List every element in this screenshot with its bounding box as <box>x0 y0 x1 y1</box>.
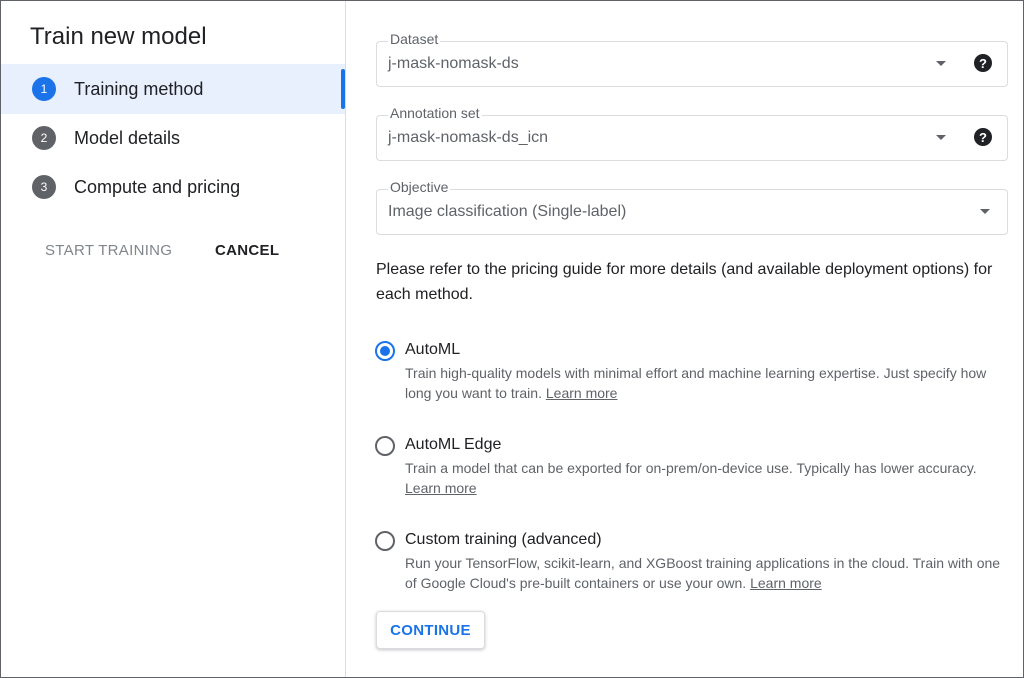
option-title: Custom training (advanced) <box>405 531 602 548</box>
help-icon[interactable]: ? <box>974 128 992 146</box>
step-number: 3 <box>32 175 56 199</box>
option-description-text: Train high-quality models with minimal e… <box>405 365 987 401</box>
option-description: Run your TensorFlow, scikit-learn, and X… <box>405 553 1015 593</box>
radio-automl-edge[interactable] <box>375 436 395 456</box>
objective-select[interactable]: Objective Image classification (Single-l… <box>376 179 1008 235</box>
page-title: Train new model <box>30 23 207 50</box>
annotation-set-value: j-mask-nomask-ds_icn <box>388 129 549 146</box>
annotation-set-select[interactable]: Annotation set j-mask-nomask-ds_icn ? <box>376 105 1008 161</box>
dataset-label: Dataset <box>388 31 441 47</box>
dataset-select[interactable]: Dataset j-mask-nomask-ds ? <box>376 31 1008 87</box>
start-training-button[interactable]: START TRAINING <box>45 242 172 259</box>
step-compute-and-pricing[interactable]: 3 Compute and pricing <box>1 162 345 212</box>
active-step-indicator <box>341 69 345 109</box>
learn-more-link[interactable]: Learn more <box>750 575 822 591</box>
learn-more-link[interactable]: Learn more <box>405 480 477 496</box>
radio-automl[interactable] <box>375 341 395 361</box>
option-description: Train a model that can be exported for o… <box>405 458 1015 498</box>
cancel-button[interactable]: CANCEL <box>215 242 279 259</box>
step-number: 1 <box>32 77 56 101</box>
step-label: Model details <box>74 127 181 148</box>
pricing-info-text: Please refer to the pricing guide for mo… <box>376 261 993 303</box>
option-title: AutoML <box>405 341 461 358</box>
stepper-panel: Train new model 1 Training method 2 Mode… <box>1 1 346 677</box>
objective-label: Objective <box>388 179 451 195</box>
radio-custom-training[interactable] <box>375 531 395 551</box>
dropdown-arrow-icon <box>980 209 990 214</box>
continue-button[interactable]: CONTINUE <box>376 611 485 649</box>
option-description-text: Run your TensorFlow, scikit-learn, and X… <box>405 555 1001 591</box>
help-icon[interactable]: ? <box>974 54 992 72</box>
option-title: AutoML Edge <box>405 436 502 453</box>
dropdown-arrow-icon <box>936 135 946 140</box>
step-training-method[interactable]: 1 Training method <box>1 64 345 114</box>
annotation-set-label: Annotation set <box>388 105 482 121</box>
objective-value: Image classification (Single-label) <box>388 203 627 220</box>
train-new-model-dialog: Train new model 1 Training method 2 Mode… <box>0 0 1024 678</box>
step-label: Training method <box>74 78 204 99</box>
option-description-text: Train a model that can be exported for o… <box>405 460 977 476</box>
option-description: Train high-quality models with minimal e… <box>405 363 1015 403</box>
learn-more-link[interactable]: Learn more <box>546 385 618 401</box>
step-model-details[interactable]: 2 Model details <box>1 113 345 163</box>
step-label: Compute and pricing <box>74 176 241 197</box>
dataset-value: j-mask-nomask-ds <box>388 55 519 72</box>
dropdown-arrow-icon <box>936 61 946 66</box>
step-number: 2 <box>32 126 56 150</box>
